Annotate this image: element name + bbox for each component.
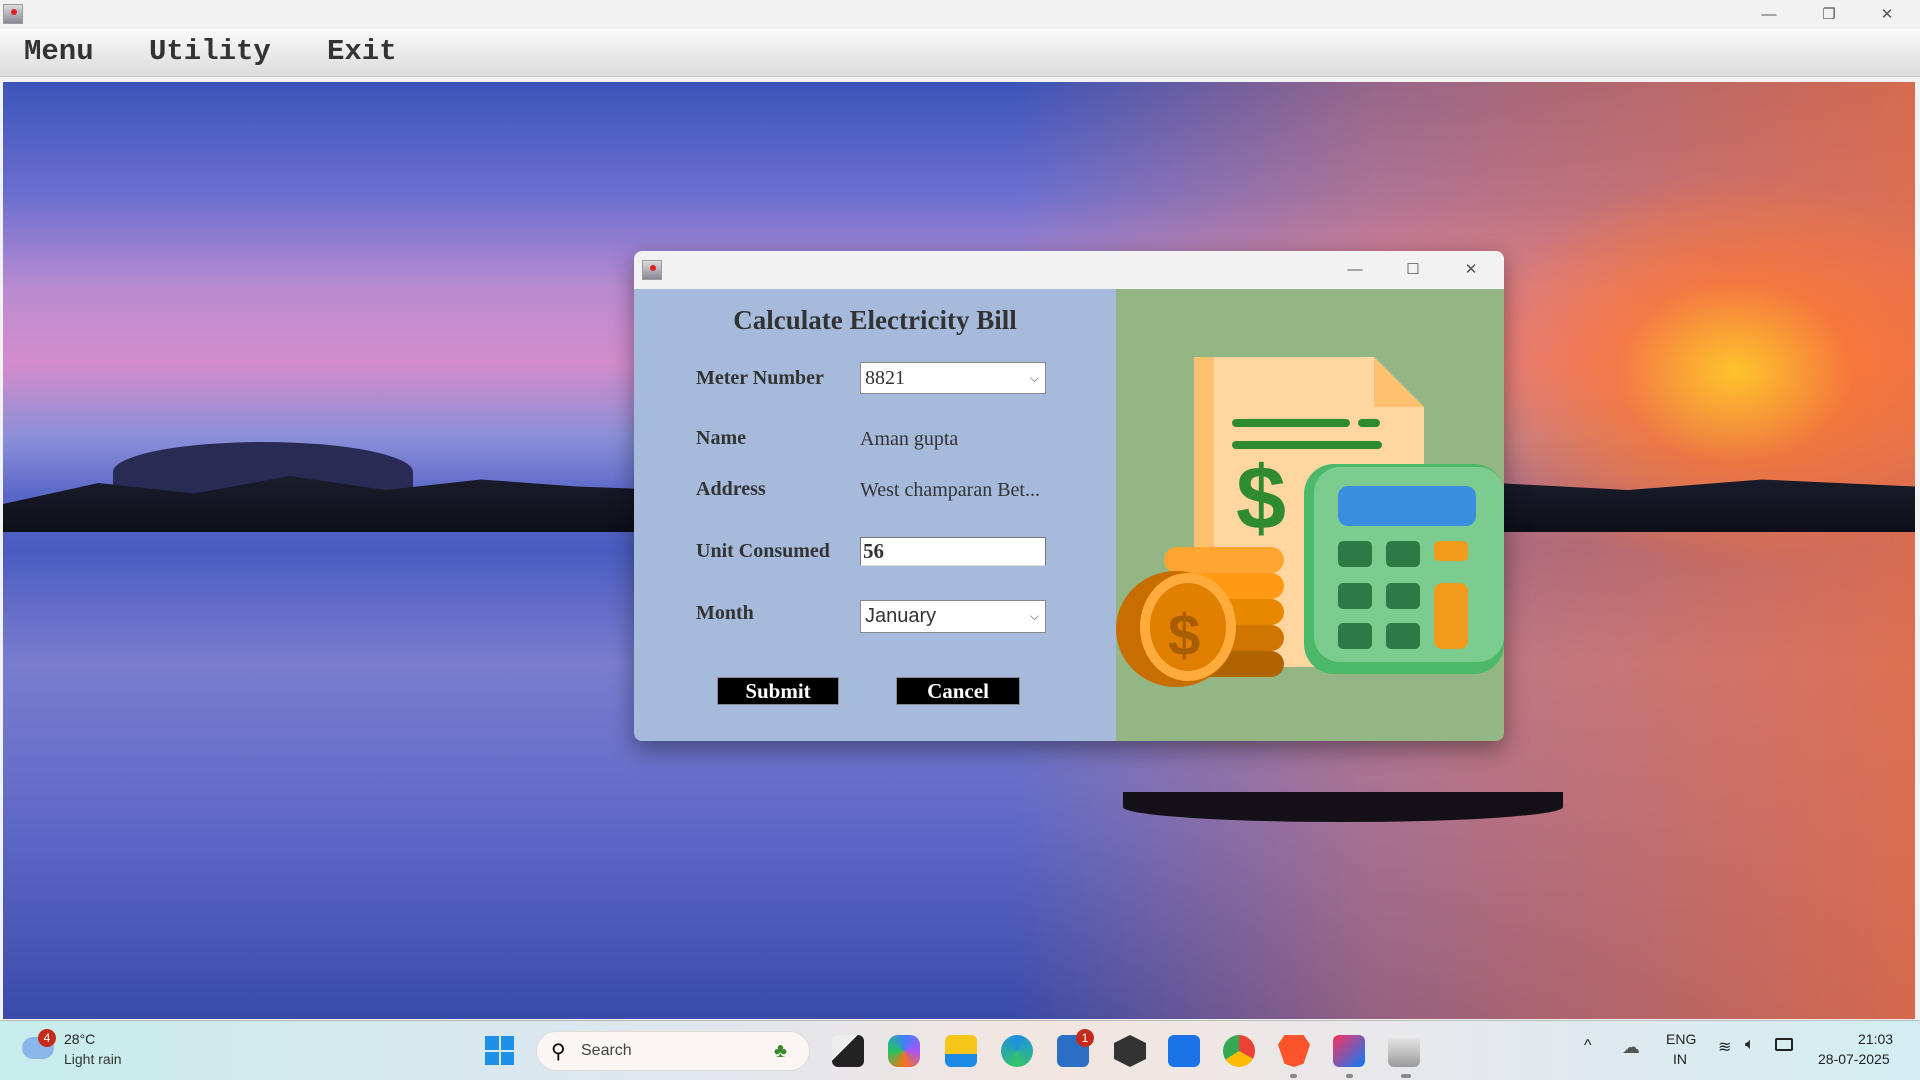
- blue-app-icon[interactable]: [1168, 1035, 1200, 1067]
- dialog-minimize-button[interactable]: —: [1326, 255, 1384, 284]
- calculate-bill-dialog: — ☐ ✕ Calculate Electricity Bill Meter N…: [634, 251, 1504, 741]
- dialog-title-bar: — ☐ ✕: [634, 251, 1504, 289]
- name-value: Aman gupta: [860, 428, 959, 450]
- java-app-icon: [642, 260, 662, 280]
- plant-icon: ♣: [773, 1040, 787, 1062]
- chevron-down-icon: ⌵: [1029, 371, 1039, 385]
- month-label: Month: [696, 602, 754, 624]
- calculator-icon: [1304, 464, 1504, 674]
- address-value: West champaran Bet...: [860, 479, 1040, 501]
- weather-temp: 28°C: [64, 1031, 96, 1047]
- menu-utility[interactable]: Utility: [149, 35, 271, 68]
- menu-exit[interactable]: Exit: [327, 35, 397, 68]
- language-eng[interactable]: ENG: [1666, 1031, 1696, 1047]
- illustration-panel: $ $: [1116, 289, 1504, 741]
- store-badge: 1: [1076, 1029, 1094, 1047]
- menu-bar: Menu Utility Exit: [0, 29, 1920, 77]
- search-box[interactable]: ⚲ Search ♣: [536, 1031, 810, 1071]
- svg-text:$: $: [1168, 603, 1200, 668]
- edge-icon[interactable]: [1001, 1035, 1033, 1067]
- submit-button[interactable]: Submit: [717, 677, 839, 705]
- bill-calculator-illustration: $ $: [1116, 357, 1504, 687]
- intellij-icon[interactable]: [1333, 1035, 1365, 1067]
- brave-icon[interactable]: [1278, 1035, 1310, 1067]
- month-value: January: [865, 605, 937, 627]
- menu-menu[interactable]: Menu: [24, 35, 94, 68]
- restore-button[interactable]: ❐: [1800, 0, 1858, 29]
- running-indicator: [1346, 1074, 1353, 1078]
- weather-condition: Light rain: [64, 1051, 122, 1067]
- java-app-taskbar-icon[interactable]: [1388, 1035, 1420, 1067]
- search-icon: ⚲: [551, 1041, 566, 1063]
- language-in: IN: [1673, 1051, 1687, 1067]
- app-title-bar: — ❐ ✕: [0, 0, 1920, 29]
- dialog-maximize-button[interactable]: ☐: [1384, 255, 1442, 284]
- dialog-close-button[interactable]: ✕: [1442, 255, 1500, 284]
- show-hidden-icons-chevron-icon[interactable]: ^: [1584, 1037, 1592, 1055]
- unit-consumed-input[interactable]: 56: [860, 537, 1046, 566]
- dark-app-icon[interactable]: [1114, 1035, 1146, 1067]
- minimize-button[interactable]: —: [1740, 0, 1798, 29]
- taskbar: 4 28°C Light rain ⚲ Search ♣ 1 ^ ☁ ENG I…: [0, 1020, 1920, 1080]
- windows-logo-icon: [485, 1036, 499, 1050]
- unit-consumed-label: Unit Consumed: [696, 540, 830, 562]
- clock-time[interactable]: 21:03: [1858, 1031, 1893, 1047]
- task-view-icon[interactable]: [832, 1035, 864, 1067]
- volume-icon[interactable]: 🔈︎: [1745, 1036, 1755, 1054]
- clock-date[interactable]: 28-07-2025: [1818, 1051, 1890, 1067]
- weather-badge: 4: [38, 1029, 56, 1047]
- meter-number-select[interactable]: 8821 ⌵: [860, 362, 1046, 394]
- search-placeholder: Search: [581, 1042, 632, 1059]
- file-explorer-icon[interactable]: [945, 1035, 977, 1067]
- cancel-button[interactable]: Cancel: [896, 677, 1020, 705]
- battery-icon[interactable]: [1775, 1038, 1793, 1051]
- coins-icon: $: [1116, 547, 1284, 687]
- java-app-icon: [3, 4, 23, 24]
- running-indicator: [1290, 1074, 1297, 1078]
- meter-number-label: Meter Number: [696, 367, 824, 389]
- active-indicator: [1401, 1074, 1411, 1078]
- month-select[interactable]: January ⌵: [860, 600, 1046, 633]
- form-panel: Calculate Electricity Bill Meter Number …: [634, 289, 1116, 741]
- name-label: Name: [696, 427, 746, 449]
- svg-text:$: $: [1236, 449, 1286, 549]
- close-button[interactable]: ✕: [1858, 0, 1916, 29]
- copilot-icon[interactable]: [888, 1035, 920, 1067]
- chrome-icon[interactable]: [1223, 1035, 1255, 1067]
- onedrive-cloud-icon[interactable]: ☁: [1622, 1037, 1640, 1058]
- start-button[interactable]: [485, 1036, 514, 1065]
- meter-number-value: 8821: [865, 367, 905, 389]
- boat: [1123, 792, 1563, 822]
- address-label: Address: [696, 478, 766, 500]
- page-title: Calculate Electricity Bill: [733, 305, 1017, 335]
- wifi-icon[interactable]: ≋: [1718, 1037, 1731, 1057]
- chevron-down-icon: ⌵: [1029, 609, 1039, 623]
